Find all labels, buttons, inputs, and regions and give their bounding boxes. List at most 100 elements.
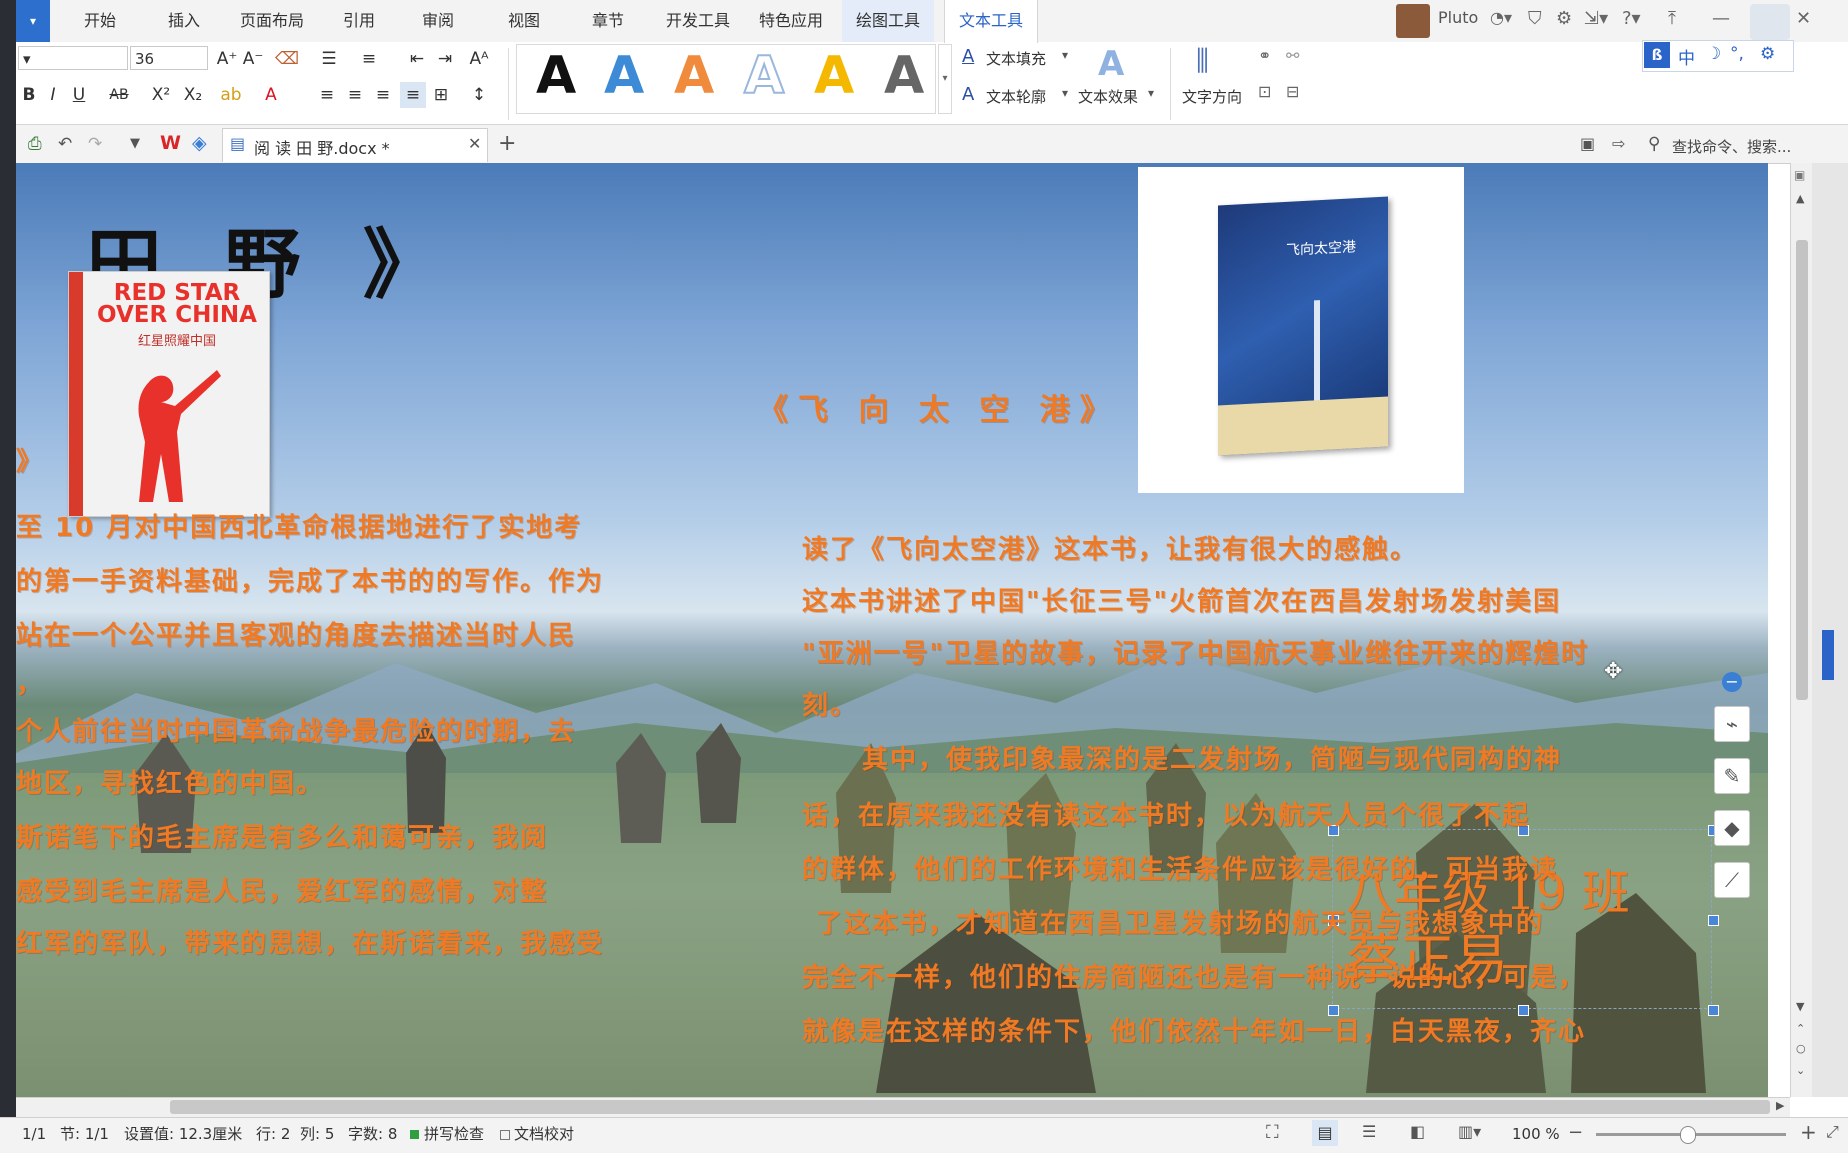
cloud-icon[interactable]: ◈ [192, 132, 207, 154]
subscript-icon[interactable]: X₂ [180, 82, 206, 108]
scroll-up-icon[interactable]: ▲ [1796, 192, 1804, 205]
redo-icon[interactable]: ↷ [88, 134, 102, 154]
highlight-icon[interactable]: ab [218, 82, 244, 108]
ribbon-tab-5[interactable]: 审阅 [408, 0, 468, 42]
outline-view-icon[interactable]: ☰ [1362, 1122, 1376, 1141]
user-menu-icon[interactable]: ◔▾ [1490, 8, 1512, 27]
next-page-icon[interactable]: ⌄ [1796, 1064, 1805, 1077]
ribbon-tab-8[interactable]: 开发工具 [652, 0, 744, 42]
select-browse-icon[interactable]: ○ [1796, 1042, 1806, 1055]
user-avatar[interactable] [1396, 4, 1430, 38]
bullet-list-icon[interactable]: ☰ [316, 46, 342, 72]
new-tab-icon[interactable]: + [498, 131, 516, 156]
ribbon-tab-10[interactable]: 绘图工具 [842, 0, 935, 42]
text-style-preset-6[interactable]: A [884, 46, 924, 106]
bold-icon[interactable]: B [16, 82, 42, 108]
font-family-select[interactable]: ▾ [18, 46, 128, 70]
italic-icon[interactable]: I [40, 82, 66, 108]
text-style-preset-1[interactable]: A [536, 46, 576, 106]
close-window-icon[interactable]: ✕ [1796, 8, 1811, 29]
resize-handle[interactable] [1708, 1005, 1719, 1016]
right-note-line[interactable]: 完全不一样，他们的住房简陋还也是有一种说一说的心，可是， [802, 957, 1586, 994]
text-direction-icon[interactable]: ⫼ [1196, 44, 1209, 78]
horizontal-scroll-thumb[interactable] [170, 1100, 1770, 1114]
status-row[interactable]: 行: 2 [256, 1117, 290, 1152]
status-setting[interactable]: 设置值: 12.3厘米 [124, 1117, 242, 1152]
chevron-down-icon[interactable]: ▾ [1148, 86, 1154, 100]
status-words[interactable]: 字数: 8 [348, 1117, 397, 1152]
right-note-line[interactable]: 读了《飞向太空港》这本书，让我有很大的感触。 [802, 529, 1418, 566]
text-style-preset-2[interactable]: A [604, 46, 644, 106]
link-icon[interactable]: ⚭ [1258, 46, 1271, 65]
clear-format-icon[interactable]: ⌫ [274, 46, 300, 72]
ribbon-tab-9[interactable]: 特色应用 [745, 0, 837, 42]
underline-icon[interactable]: U [66, 82, 92, 108]
increase-indent-icon[interactable]: ⇥ [432, 46, 458, 72]
book-cover-red-star[interactable]: RED STAR OVER CHINA 红星照耀中国 [68, 271, 270, 517]
book-cover-frame[interactable]: 飞向太空港 [1138, 167, 1464, 493]
quick-access-menu-icon[interactable]: ▼ [130, 136, 140, 151]
right-note-line[interactable]: 的群体，他们的工作环境和生活条件应该是很好的，可当我读 [802, 849, 1558, 886]
gallery-more-icon[interactable]: ▾ [938, 44, 952, 114]
left-note-line[interactable]: 感受到毛主席是人民，爱红军的感情，对整 [16, 871, 548, 908]
right-note-line[interactable]: 其中，使我印象最深的是二发射场，简陋与现代同构的神 [862, 739, 1562, 776]
distribute-icon[interactable]: ⊞ [428, 82, 454, 108]
zoom-slider-thumb[interactable] [1680, 1126, 1696, 1144]
text-effect-button[interactable]: 文本效果 [1078, 86, 1138, 107]
ribbon-tab-3[interactable]: 页面布局 [226, 0, 318, 42]
side-panel-tab[interactable] [1822, 630, 1834, 680]
superscript-icon[interactable]: X² [148, 82, 174, 108]
document-canvas[interactable]: 田 野 》 RED STAR OVER CHINA 红星照耀中国 》 《飞 向 … [16, 163, 1768, 1097]
restore-ribbon-icon[interactable]: ⤒ [1668, 8, 1676, 29]
ime-mode[interactable]: 中 [1678, 44, 1695, 69]
right-note-line[interactable]: "亚洲一号"卫星的故事，记录了中国航天事业继往开来的辉煌时 [802, 633, 1589, 670]
status-col[interactable]: 列: 5 [300, 1117, 334, 1152]
text-style-preset-5[interactable]: A [814, 46, 854, 106]
decrease-indent-icon[interactable]: ⇤ [404, 46, 430, 72]
right-note-line[interactable]: 这本书讲述了中国"长征三号"火箭首次在西昌发射场发射美国 [802, 581, 1561, 618]
right-note-line[interactable]: 就像是在这样的条件下，他们依然十年如一日，白天黑夜，齐心 [802, 1011, 1586, 1048]
share-icon[interactable]: ⇲▾ [1584, 8, 1608, 29]
align-left-icon[interactable]: ≡ [314, 82, 340, 108]
ime-punct-icon[interactable]: °, [1730, 44, 1744, 64]
fill-bucket-icon[interactable]: ◆ [1714, 810, 1750, 846]
right-note-line[interactable]: 话，在原来我还没有读这本书时，以为航天人员个很了不起 [802, 795, 1530, 832]
document-tab-title[interactable]: 阅 读 田 野.docx * [254, 135, 390, 159]
text-outline-button[interactable]: 文本轮廓 [986, 86, 1046, 107]
shrink-font-icon[interactable]: A⁻ [240, 46, 266, 72]
ribbon-tab-7[interactable]: 章节 [578, 0, 638, 42]
align-right-icon[interactable]: ≡ [370, 82, 396, 108]
prev-page-icon[interactable]: ⌃ [1796, 1022, 1805, 1035]
ribbon-tab-2[interactable]: 插入 [154, 0, 214, 42]
chevron-down-icon[interactable]: ▾ [1062, 86, 1068, 100]
fullscreen-icon[interactable]: ⛶ [1266, 1122, 1279, 1143]
zoom-in-icon[interactable]: + [1800, 1120, 1817, 1144]
chevron-down-icon[interactable]: ▾ [1062, 48, 1068, 62]
text-outline-icon[interactable]: A [962, 84, 974, 105]
ime-moon-icon[interactable]: ☽ [1706, 44, 1721, 64]
vertical-scroll-thumb[interactable] [1796, 240, 1808, 700]
reading-mode-icon[interactable]: ▥▾ [1458, 1122, 1481, 1141]
spell-check-toggle[interactable]: 拼写检查 [424, 1117, 484, 1152]
grow-font-icon[interactable]: A⁺ [214, 46, 240, 72]
wrap-icon[interactable]: ⊟ [1286, 82, 1299, 101]
left-section-quote[interactable]: 》 [16, 441, 44, 478]
scroll-down-icon[interactable]: ▼ [1796, 1000, 1804, 1013]
left-note-line[interactable]: 的第一手资料基础，完成了本书的的写作。作为 [16, 561, 604, 598]
ribbon-tab-1[interactable]: 开始 [70, 0, 130, 42]
layout-options-icon[interactable]: ⌁ [1714, 706, 1750, 742]
web-view-icon[interactable]: ◧ [1410, 1122, 1425, 1141]
ribbon-tab-4[interactable]: 引用 [329, 0, 389, 42]
left-note-line[interactable]: 红军的军队，带来的思想，在斯诺看来，我感受 [16, 923, 604, 960]
document-proof-toggle[interactable]: 文档校对 [514, 1117, 574, 1152]
edit-shape-icon[interactable]: ✎ [1714, 758, 1750, 794]
unlink-icon[interactable]: ⚯ [1286, 46, 1299, 65]
ime-logo-icon[interactable]: ß [1644, 42, 1670, 68]
left-note-line[interactable]: 地区，寻找红色的中国。 [16, 763, 324, 800]
close-tab-icon[interactable]: ✕ [468, 134, 481, 153]
font-color-icon[interactable]: A [258, 82, 284, 108]
user-name[interactable]: Pluto [1438, 8, 1478, 27]
text-style-preset-4[interactable]: A [743, 45, 785, 107]
app-menu-button[interactable]: ▾ [16, 0, 50, 42]
edit-mode-icon[interactable]: ⇨ [1612, 134, 1625, 153]
